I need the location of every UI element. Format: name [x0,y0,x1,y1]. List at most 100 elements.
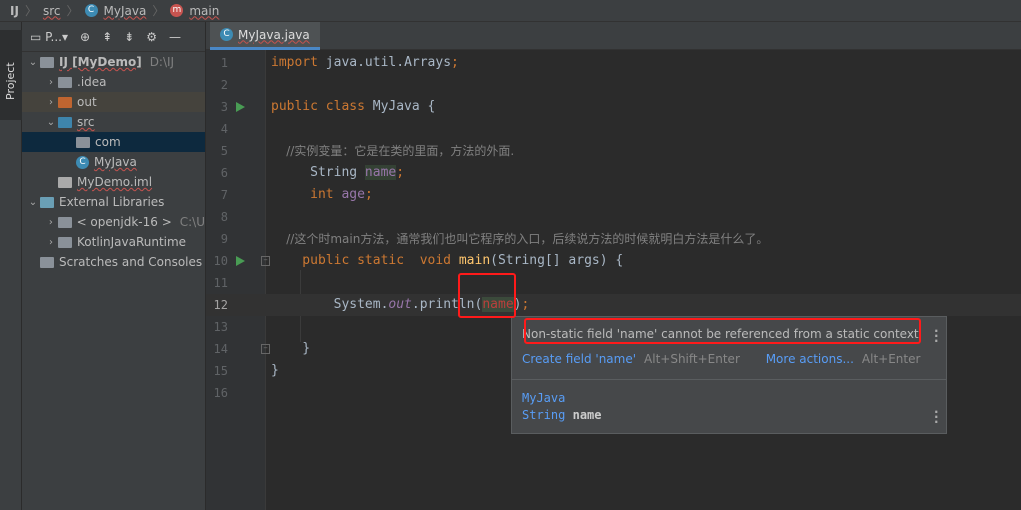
tree-item[interactable]: Scratches and Consoles [22,252,205,272]
tool-window-strip: Project [0,22,22,510]
code-token: public static void [271,253,459,268]
code-line[interactable]: 3 public class MyJava { [206,96,1021,118]
run-icon[interactable] [236,102,245,112]
breadcrumb-root[interactable]: IJ [10,4,19,18]
code-line[interactable]: 11 [206,272,1021,294]
locate-icon[interactable]: ⊕ [80,30,90,44]
line-number: 4 [220,122,228,136]
code-token: main [458,253,491,268]
tree-item[interactable]: ⌄ External Libraries [22,192,205,212]
expand-arrow-icon[interactable]: › [44,97,58,108]
expand-arrow-icon[interactable]: › [44,237,58,248]
tree-item[interactable]: › KotlinJavaRuntime [22,232,205,252]
project-tool-tab[interactable]: Project [0,30,22,120]
code-line[interactable]: 5 //实例变量：它是在类的里面，方法的外面. [206,140,1021,162]
expand-arrow-icon[interactable]: ⌄ [26,57,40,68]
code-token: } [271,363,279,378]
line-number: 10 [213,254,228,268]
code-line[interactable]: 10 − public static void main(String[] arg… [206,250,1021,272]
breadcrumb-main[interactable]: main [189,4,219,18]
code-text: } [271,360,279,382]
expand-all-icon[interactable]: ⇞ [102,30,112,44]
breadcrumb-myjava[interactable]: MyJava [104,4,147,18]
code-text: import java.util.Arrays; [271,52,459,74]
tab-label: MyJava.java [238,27,310,42]
line-number: 1 [220,56,228,70]
code-token: //这个时main方法，通常我们也叫它程序的入口，后续说方法的时候就明白方法是什… [271,232,769,246]
folder-icon [58,96,72,108]
decl-class[interactable]: MyJava [522,390,602,407]
tab-myjava[interactable]: C MyJava.java [210,22,320,50]
code-line[interactable]: 2 [206,74,1021,96]
code-token: ; [521,297,530,312]
project-panel: ▭ P...▾ ⊕ ⇞ ⇟ ⚙ — ⌄ IJ [MyDemo] D:\IJ › .ide… [22,22,206,510]
folder-icon [58,236,72,248]
class-icon: C [76,155,89,169]
tree-item-path: D:\IJ [149,55,175,69]
code-text: int age; [271,184,373,206]
class-icon: C [220,28,233,41]
code-text: } [271,338,310,360]
hide-icon[interactable]: — [169,30,181,44]
expand-arrow-icon[interactable]: › [44,217,58,228]
code-token: //实例变量：它是在类的里面，方法的外面. [271,144,515,158]
folder-icon [58,176,72,188]
tree-item-label: IJ [MyDemo] [59,55,142,69]
tree-item[interactable]: C MyJava [22,152,205,172]
code-token: ; [451,55,459,70]
code-line[interactable]: 7 int age; [206,184,1021,206]
expand-arrow-icon[interactable]: ⌄ [26,197,40,208]
code-token: (String[] args) { [490,253,624,268]
create-field-shortcut: Alt+Shift+Enter [644,352,740,366]
fold-icon[interactable]: − [261,344,270,354]
annotation-box-name [458,273,516,318]
tree-item-label: External Libraries [59,195,165,209]
code-text: public class MyJava { [271,96,435,118]
tree-item[interactable]: › out [22,92,205,112]
code-text: //这个时main方法，通常我们也叫它程序的入口，后续说方法的时候就明白方法是什… [271,228,768,251]
code-token: java.util.Arrays [325,55,452,70]
code-token: import [271,55,326,70]
tree-item-path: C:\U [179,215,205,229]
code-line[interactable]: 6 String name; [206,162,1021,184]
more-actions-shortcut: Alt+Enter [861,352,921,366]
decl-type: String [522,408,566,422]
tree-item[interactable]: › < openjdk-16 > C:\U [22,212,205,232]
tree-item[interactable]: MyDemo.iml [22,172,205,192]
folder-icon [40,256,54,268]
tree-item[interactable]: ⌄ IJ [MyDemo] D:\IJ [22,52,205,72]
folder-icon [76,136,90,148]
run-icon[interactable] [236,256,245,266]
expand-arrow-icon[interactable]: › [44,77,58,88]
tree-item[interactable]: ⌄ src [22,112,205,132]
code-token: MyJava { [372,99,436,114]
tree-item-label: src [77,115,95,129]
decl-options-icon[interactable]: · · · [934,406,939,428]
code-line[interactable]: 12 System.out.println(name); [206,294,1021,316]
line-number: 15 [213,364,228,378]
code-line[interactable]: 1 import java.util.Arrays; [206,52,1021,74]
expand-arrow-icon[interactable]: ⌄ [44,117,58,128]
collapse-all-icon[interactable]: ⇟ [124,30,134,44]
more-options-icon[interactable]: · · · [934,325,939,347]
folder-icon [40,196,54,208]
tree-item[interactable]: › .idea [22,72,205,92]
line-number: 9 [220,232,228,246]
gear-icon[interactable]: ⚙ [146,30,157,44]
tree-item[interactable]: com [22,132,205,152]
code-text: String name; [271,162,404,184]
breadcrumb-src[interactable]: src [43,4,61,18]
code-line[interactable]: 9 //这个时main方法，通常我们也叫它程序的入口，后续说方法的时候就明白方法… [206,228,1021,250]
line-number: 5 [220,144,228,158]
code-line[interactable]: 8 [206,206,1021,228]
create-field-link[interactable]: Create field 'name' [522,352,636,366]
code-line[interactable]: 4 [206,118,1021,140]
fold-icon[interactable]: − [261,256,270,266]
line-number: 6 [220,166,228,180]
tree-item-label: MyJava [94,155,137,169]
editor-tabs: C MyJava.java [206,22,1021,50]
line-number: 2 [220,78,228,92]
more-actions-link[interactable]: More actions... [766,352,854,366]
view-selector[interactable]: ▭ P...▾ [30,30,68,44]
code-token: ; [364,187,373,202]
